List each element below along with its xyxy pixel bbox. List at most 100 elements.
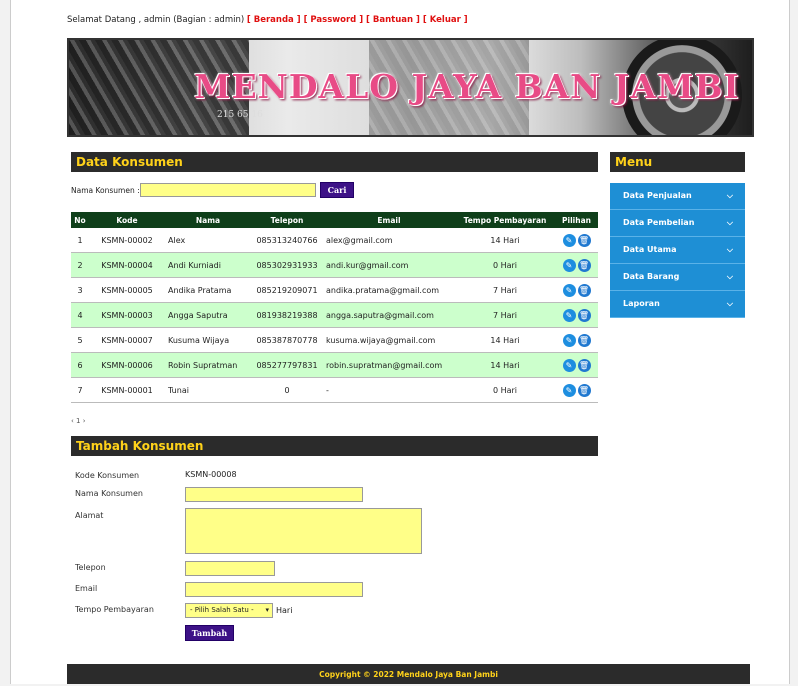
cell-actions: ✎ 🗑 <box>555 302 598 328</box>
cell-actions: ✎ 🗑 <box>555 252 598 278</box>
cell-telepon: 0 <box>251 377 323 403</box>
cell-tempo: 7 Hari <box>455 277 555 303</box>
chevron-down-icon: ▾ <box>265 606 269 614</box>
cell-actions: ✎ 🗑 <box>555 377 598 403</box>
col-pilihan: Pilihan <box>555 212 598 228</box>
side-menu: Data Penjualan ⌵ Data Pembelian ⌵ Data Uta… <box>610 183 745 318</box>
cell-telepon: 085387870778 <box>251 327 323 353</box>
table-row: 6 KSMN-00006 Robin Supratman 08527779783… <box>71 352 598 378</box>
chevron-down-icon: ⌵ <box>726 218 733 227</box>
trash-icon[interactable]: 🗑 <box>577 258 591 272</box>
chevron-down-icon: ⌵ <box>726 245 733 254</box>
pencil-icon[interactable]: ✎ <box>562 283 576 297</box>
pencil-icon[interactable]: ✎ <box>562 358 576 372</box>
cell-email: angga.saputra@gmail.com <box>323 302 455 328</box>
col-email: Email <box>323 212 455 228</box>
table-row: 7 KSMN-00001 Tunai 0 - 0 Hari ✎ 🗑 <box>71 377 598 403</box>
pagination[interactable]: ‹ 1 › <box>71 417 86 425</box>
kode-label: Kode Konsumen <box>75 471 140 480</box>
pencil-icon[interactable]: ✎ <box>562 258 576 272</box>
cell-tempo: 14 Hari <box>455 228 555 253</box>
menu-item-label: Data Pembelian <box>623 218 695 227</box>
col-nama: Nama <box>165 212 251 228</box>
link-keluar[interactable]: [ Keluar ] <box>420 15 468 25</box>
link-password[interactable]: [ Password ] <box>301 15 364 25</box>
menu-item-data-penjualan[interactable]: Data Penjualan ⌵ <box>610 183 745 210</box>
tambah-button[interactable]: Tambah <box>185 625 234 641</box>
cell-actions: ✎ 🗑 <box>555 327 598 353</box>
tempo-label: Tempo Pembayaran <box>75 605 154 614</box>
cell-actions: ✎ 🗑 <box>555 277 598 303</box>
cell-tempo: 14 Hari <box>455 327 555 353</box>
cell-tempo: 7 Hari <box>455 302 555 328</box>
cell-no: 4 <box>71 302 89 328</box>
cell-kode: KSMN-00001 <box>89 377 165 403</box>
menu-item-data-pembelian[interactable]: Data Pembelian ⌵ <box>610 210 745 237</box>
cell-telepon: 085219209071 <box>251 277 323 303</box>
cell-nama: Andika Pratama <box>165 277 251 303</box>
cell-telepon: 085302931933 <box>251 252 323 278</box>
table-row: 5 KSMN-00007 Kusuma Wijaya 085387870778 … <box>71 327 598 353</box>
cell-email: - <box>323 377 455 403</box>
menu-item-data-barang[interactable]: Data Barang ⌵ <box>610 264 745 291</box>
link-beranda[interactable]: [ Beranda ] <box>247 15 301 25</box>
email-field[interactable] <box>185 582 363 597</box>
trash-icon[interactable]: 🗑 <box>577 383 591 397</box>
cell-kode: KSMN-00005 <box>89 277 165 303</box>
pencil-icon[interactable]: ✎ <box>562 308 576 322</box>
trash-icon[interactable]: 🗑 <box>577 308 591 322</box>
cell-nama: Kusuma Wijaya <box>165 327 251 353</box>
alamat-textarea[interactable] <box>185 508 422 554</box>
trash-icon[interactable]: 🗑 <box>577 233 591 247</box>
menu-item-label: Data Barang <box>623 272 680 281</box>
trash-icon[interactable]: 🗑 <box>577 283 591 297</box>
cell-kode: KSMN-00007 <box>89 327 165 353</box>
cell-email: robin.supratman@gmail.com <box>323 352 455 378</box>
menu-heading: Menu <box>610 152 745 172</box>
telepon-label: Telepon <box>75 563 106 572</box>
chevron-down-icon: ⌵ <box>726 191 733 200</box>
cell-actions: ✎ 🗑 <box>555 228 598 253</box>
cell-no: 7 <box>71 377 89 403</box>
cell-email: andi.kur@gmail.com <box>323 252 455 278</box>
cell-nama: Tunai <box>165 377 251 403</box>
table-row: 3 KSMN-00005 Andika Pratama 085219209071… <box>71 277 598 303</box>
cell-no: 5 <box>71 327 89 353</box>
cell-kode: KSMN-00003 <box>89 302 165 328</box>
tempo-suffix: Hari <box>276 606 293 615</box>
cell-no: 6 <box>71 352 89 378</box>
link-bantuan[interactable]: [ Bantuan ] <box>363 15 420 25</box>
cell-no: 2 <box>71 252 89 278</box>
menu-item-laporan[interactable]: Laporan ⌵ <box>610 291 745 318</box>
nama-field[interactable] <box>185 487 363 502</box>
data-konsumen-heading: Data Konsumen <box>71 152 598 172</box>
col-no: No <box>71 212 89 228</box>
cell-tempo: 0 Hari <box>455 252 555 278</box>
telepon-field[interactable] <box>185 561 275 576</box>
cell-telepon: 085313240766 <box>251 228 323 253</box>
pencil-icon[interactable]: ✎ <box>562 233 576 247</box>
search-button[interactable]: Cari <box>320 182 354 198</box>
trash-icon[interactable]: 🗑 <box>577 333 591 347</box>
tire-size-text: 215 65 16 <box>217 110 263 120</box>
site-title: MENDALO JAYA BAN JAMBI <box>194 67 740 106</box>
cell-telepon: 081938219388 <box>251 302 323 328</box>
tempo-select[interactable]: - Pilih Salah Satu - ▾ <box>185 603 273 618</box>
cell-nama: Alex <box>165 228 251 253</box>
cell-tempo: 14 Hari <box>455 352 555 378</box>
pencil-icon[interactable]: ✎ <box>562 383 576 397</box>
table-row: 4 KSMN-00003 Angga Saputra 081938219388 … <box>71 302 598 328</box>
col-tempo: Tempo Pembayaran <box>455 212 555 228</box>
cell-nama: Andi Kurniadi <box>165 252 251 278</box>
table-row: 1 KSMN-00002 Alex 085313240766 alex@gmai… <box>71 228 598 253</box>
search-input[interactable] <box>140 183 316 197</box>
trash-icon[interactable]: 🗑 <box>577 358 591 372</box>
cell-actions: ✎ 🗑 <box>555 352 598 378</box>
cell-kode: KSMN-00002 <box>89 228 165 253</box>
kode-value: KSMN-00008 <box>185 470 237 479</box>
cell-email: andika.pratama@gmail.com <box>323 277 455 303</box>
cell-nama: Robin Supratman <box>165 352 251 378</box>
chevron-down-icon: ⌵ <box>726 299 733 308</box>
pencil-icon[interactable]: ✎ <box>562 333 576 347</box>
menu-item-data-utama[interactable]: Data Utama ⌵ <box>610 237 745 264</box>
